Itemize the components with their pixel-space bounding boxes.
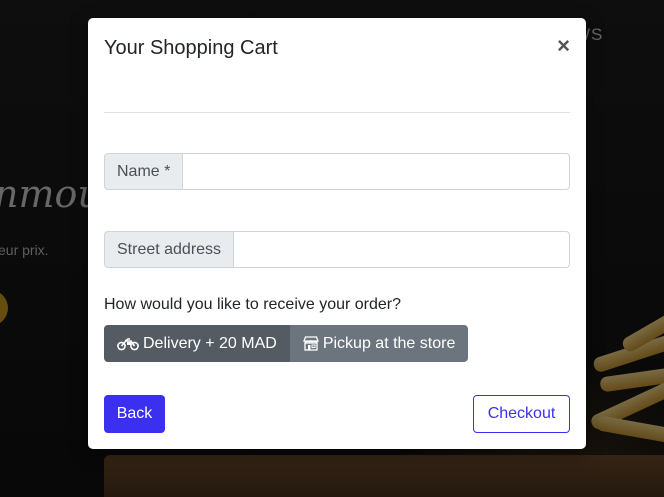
pickup-option-label: Pickup at the store xyxy=(322,334,456,352)
shopping-cart-modal: Your Shopping Cart × Name * Street addre… xyxy=(88,18,586,449)
pickup-option-button[interactable]: Pickup at the store xyxy=(289,325,469,362)
name-field[interactable] xyxy=(182,153,570,190)
delivery-method-toggle: Delivery + 20 MAD Pickup at the store xyxy=(104,325,469,362)
street-input-group: Street address xyxy=(104,231,570,268)
close-icon[interactable]: × xyxy=(557,35,570,57)
name-input-group: Name * xyxy=(104,153,570,190)
modal-title: Your Shopping Cart xyxy=(104,37,278,59)
delivery-option-label: Delivery + 20 MAD xyxy=(143,334,277,352)
street-address-label: Street address xyxy=(104,231,234,268)
motorcycle-icon xyxy=(117,337,139,351)
header-divider xyxy=(104,112,570,113)
back-button[interactable]: Back xyxy=(104,395,165,433)
delivery-question: How would you like to receive your order… xyxy=(104,296,402,313)
store-icon xyxy=(302,336,319,351)
name-label: Name * xyxy=(104,153,183,190)
checkout-button[interactable]: Checkout xyxy=(473,395,570,433)
delivery-option-button[interactable]: Delivery + 20 MAD xyxy=(104,325,290,362)
street-address-field[interactable] xyxy=(233,231,570,268)
